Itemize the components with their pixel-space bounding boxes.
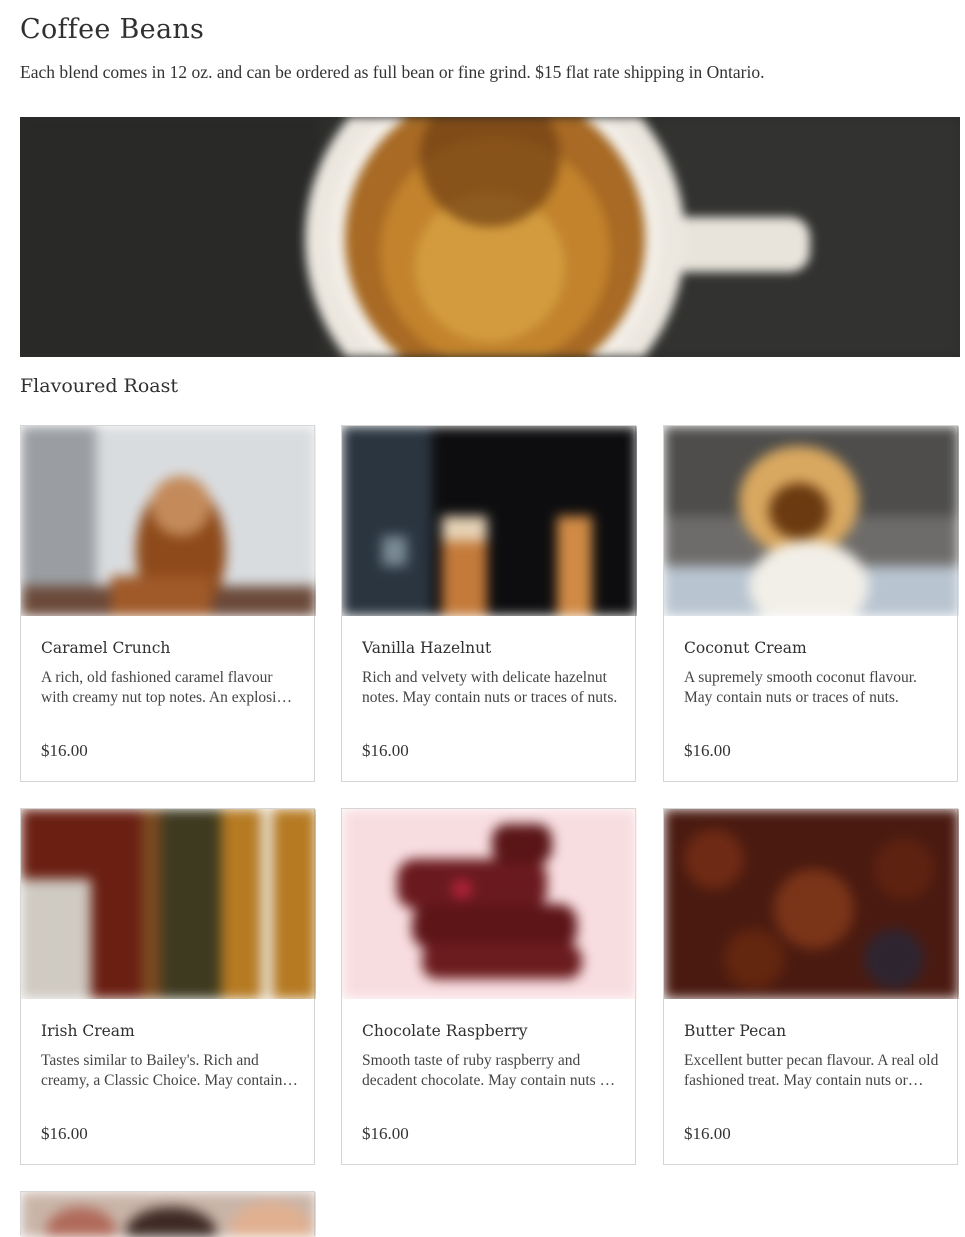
product-name[interactable]: Irish Cream [41,1022,296,1040]
product-photo[interactable] [21,1192,316,1237]
product-description: Rich and velvety with delicate hazelnut … [362,669,618,706]
product-card-vanilla-hazelnut[interactable]: Vanilla Hazelnut Rich and velvety with d… [341,425,637,782]
product-card-chocolate-raspberry[interactable]: Chocolate Raspberry Smooth taste of ruby… [341,808,637,1165]
coconut-photo[interactable] [664,426,959,616]
irish-cream-photo[interactable] [21,809,316,999]
product-description: Tastes similar to Bailey's. Rich and cre… [41,1052,283,1089]
caramel-drink-photo[interactable] [21,426,316,616]
product-card-caramel-crunch[interactable]: Caramel Crunch A rich, old fashioned car… [20,425,316,782]
product-price: $16.00 [362,1124,409,1143]
product-card-irish-cream[interactable]: Irish Cream Tastes similar to Bailey's. … [20,808,316,1165]
product-description: A rich, old fashioned caramel flavour wi… [41,669,292,706]
product-price: $16.00 [41,741,88,760]
product-card-partial[interactable] [20,1191,316,1237]
chocolate-raspberry-photo[interactable] [342,809,637,999]
product-name[interactable]: Butter Pecan [684,1022,939,1040]
product-price: $16.00 [362,741,409,760]
product-card-coconut-cream[interactable]: Coconut Cream A supremely smooth coconut… [663,425,959,782]
product-price: $16.00 [684,741,731,760]
latte-glasses-photo[interactable] [342,426,637,616]
product-description: A supremely smooth coconut flavour. May … [684,669,917,706]
product-name[interactable]: Vanilla Hazelnut [362,639,617,657]
product-description: Excellent butter pecan flavour. A real o… [684,1052,939,1089]
pecans-photo[interactable] [664,809,959,999]
product-card-butter-pecan[interactable]: Butter Pecan Excellent butter pecan flav… [663,808,959,1165]
product-name[interactable]: Coconut Cream [684,639,939,657]
product-price: $16.00 [684,1124,731,1143]
page-title: Coffee Beans [20,14,205,45]
product-name[interactable]: Caramel Crunch [41,639,296,657]
hero-coffee-cup-image [20,117,960,357]
product-name[interactable]: Chocolate Raspberry [362,1022,617,1040]
intro-text: Each blend comes in 12 oz. and can be or… [20,62,765,82]
product-description: Smooth taste of ruby raspberry and decad… [362,1052,613,1089]
product-price: $16.00 [41,1124,88,1143]
section-title: Flavoured Roast [20,375,178,397]
